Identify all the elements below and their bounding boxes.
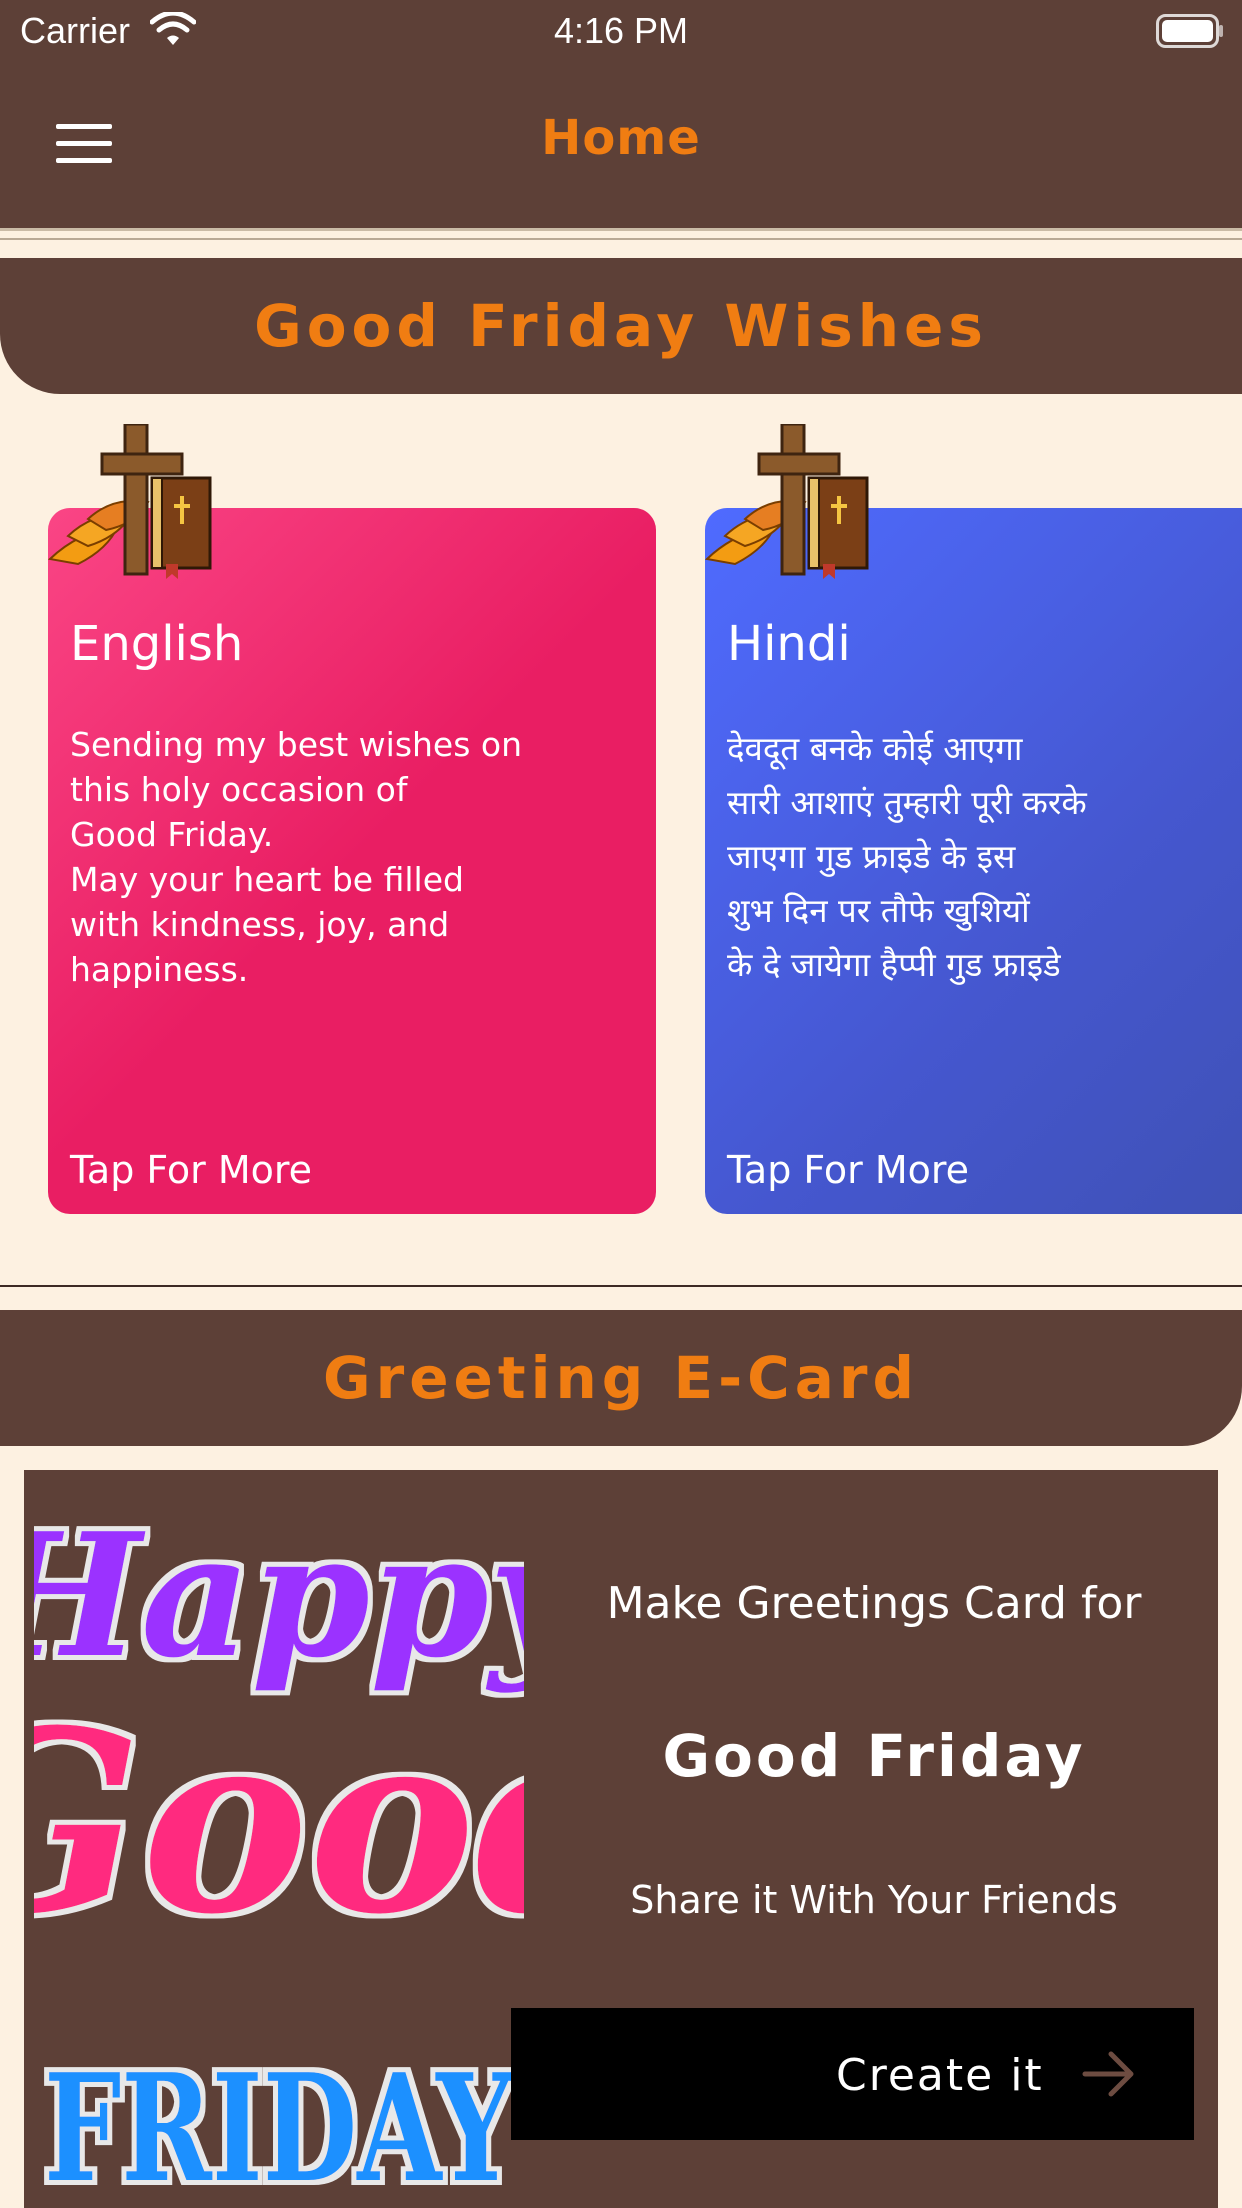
tap-for-more-link[interactable]: Tap For More xyxy=(727,1148,969,1192)
ecard-section-header: Greeting E-Card xyxy=(0,1310,1242,1446)
happy-good-friday-image: Happy Good FRIDAY xyxy=(34,1496,524,2208)
status-bar: Carrier 4:16 PM xyxy=(0,0,1242,62)
create-button-label: Create it xyxy=(836,2050,1044,2101)
cross-bible-icon xyxy=(705,424,869,579)
card-title: Hindi xyxy=(727,616,851,672)
ecard-subtext: Share it With Your Friends xyxy=(630,1878,1118,1922)
nav-divider xyxy=(0,228,1242,231)
card-title: English xyxy=(70,616,244,672)
hindi-wish-card[interactable]: Hindi देवदूत बनके कोई आएगा सारी आशाएं तु… xyxy=(705,508,1242,1214)
tap-for-more-link[interactable]: Tap For More xyxy=(70,1148,312,1192)
ecard-headline: Make Greetings Card for xyxy=(606,1578,1142,1629)
english-wish-card[interactable]: English Sending my best wishes on this h… xyxy=(48,508,656,1214)
art-word-friday: FRIDAY xyxy=(44,2041,516,2208)
art-word-good: Good xyxy=(34,1675,524,1969)
nav-divider xyxy=(0,238,1242,240)
ecard-occasion: Good Friday xyxy=(662,1722,1086,1790)
arrow-right-icon xyxy=(1082,2051,1134,2097)
create-it-button[interactable]: Create it xyxy=(511,2008,1194,2140)
page-title: Home xyxy=(541,110,701,166)
card-body: देवदूत बनके कोई आएगा सारी आशाएं तुम्हारी… xyxy=(727,729,1087,984)
card-body: Sending my best wishes on this holy occa… xyxy=(70,725,523,989)
ecard-promo-box: Happy Good FRIDAY Make Greetings Card fo… xyxy=(24,1470,1218,2208)
section-divider xyxy=(0,1285,1242,1287)
battery-icon xyxy=(1156,14,1223,48)
art-word-happy: Happy xyxy=(34,1496,524,1696)
wishes-section-header: Good Friday Wishes xyxy=(0,258,1242,394)
cross-bible-icon xyxy=(48,424,212,579)
status-time: 4:16 PM xyxy=(553,10,689,51)
navigation-bar: Home xyxy=(0,62,1242,228)
